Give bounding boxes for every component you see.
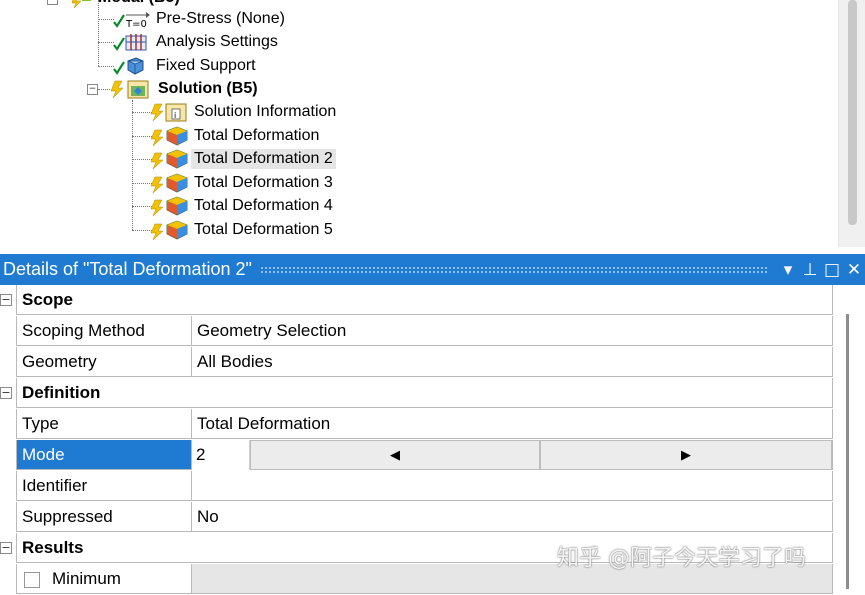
deformation-result-icon — [150, 173, 188, 193]
details-row-identifier[interactable]: Identifier — [0, 471, 833, 502]
tree-item-solution-information[interactable]: i Solution Information — [150, 101, 339, 123]
maximize-icon[interactable]: □ — [821, 260, 843, 280]
property-name-cell: Minimum — [16, 564, 192, 594]
tree-item-fixed-support[interactable]: Fixed Support — [112, 55, 259, 77]
tree-connector — [132, 100, 133, 230]
deformation-result-icon — [150, 149, 188, 169]
watermark: 知乎 @阿子今天学习了吗 — [557, 540, 806, 572]
details-panel: Details of "Total Deformation 2" ▾ ⊥ □ ✕… — [0, 254, 865, 589]
details-header: Details of "Total Deformation 2" ▾ ⊥ □ ✕ — [0, 254, 865, 285]
deformation-result-icon — [150, 196, 188, 216]
property-name: Identifier — [16, 471, 192, 501]
arrow-right-icon: ▶ — [681, 447, 691, 463]
mode-prev-button[interactable]: ◀ — [250, 440, 540, 470]
close-icon[interactable]: ✕ — [843, 260, 865, 280]
solution-icon — [110, 79, 152, 99]
tree-item-total-deformation-3[interactable]: Total Deformation 3 — [150, 172, 336, 194]
fixed-support-icon — [112, 56, 150, 76]
analysis-settings-icon — [112, 32, 150, 52]
section-collapse-button[interactable]: − — [0, 387, 12, 399]
pin-icon[interactable]: ⊥ — [799, 260, 821, 280]
details-row-geometry[interactable]: Geometry All Bodies — [0, 347, 833, 378]
property-name: Suppressed — [16, 502, 192, 532]
mode-next-button[interactable]: ▶ — [540, 440, 832, 470]
property-name: Geometry — [16, 347, 192, 377]
tree-item-total-deformation[interactable]: Total Deformation — [150, 125, 322, 147]
modal-analysis-icon — [70, 0, 92, 8]
section-scope[interactable]: − Scope — [0, 285, 833, 316]
details-row-type[interactable]: Type Total Deformation — [0, 409, 833, 440]
section-collapse-button[interactable]: − — [0, 294, 12, 306]
tree-item-solution[interactable]: Solution (B5) — [110, 78, 261, 100]
property-value[interactable]: All Bodies — [192, 347, 833, 377]
svg-text:i: i — [174, 111, 176, 120]
property-value[interactable]: No — [192, 502, 833, 532]
tree-connector — [98, 0, 99, 66]
section-definition[interactable]: − Definition — [0, 378, 833, 409]
tree-expander[interactable]: − — [47, 0, 58, 5]
details-row-mode[interactable]: Mode 2 ◀ ▶ — [0, 440, 833, 471]
details-scrollbar[interactable] — [846, 314, 849, 589]
deformation-result-icon — [150, 126, 188, 146]
mode-input[interactable]: 2 — [192, 440, 250, 470]
pre-stress-icon: T=0 — [112, 9, 150, 29]
header-grip — [260, 266, 769, 274]
tree-item-total-deformation-5[interactable]: Total Deformation 5 — [150, 219, 336, 241]
property-name: Minimum — [52, 569, 121, 588]
tree-scrollbar-thumb[interactable] — [848, 0, 857, 225]
tree-expander[interactable]: − — [87, 84, 98, 95]
property-value[interactable]: Geometry Selection — [192, 316, 833, 346]
details-title: Details of "Total Deformation 2" — [0, 259, 252, 280]
tree-item-total-deformation-2[interactable]: Total Deformation 2 — [150, 148, 336, 170]
tree-connector — [98, 89, 110, 90]
property-name: Type — [16, 409, 192, 439]
tree-scrollbar[interactable] — [838, 0, 865, 247]
tree-item-total-deformation-4[interactable]: Total Deformation 4 — [150, 195, 336, 217]
property-name: Scoping Method — [16, 316, 192, 346]
section-collapse-button[interactable]: − — [0, 542, 12, 554]
property-name: Mode — [16, 440, 192, 470]
solution-information-icon: i — [150, 102, 188, 122]
details-row-suppressed[interactable]: Suppressed No — [0, 502, 833, 533]
arrow-left-icon: ◀ — [390, 447, 400, 463]
tree-item-pre-stress[interactable]: T=0 Pre-Stress (None) — [112, 8, 288, 30]
svg-text:T=0: T=0 — [125, 19, 147, 29]
section-label: Scope — [16, 285, 833, 315]
project-tree: − Modal (B5) T=0 Pre-Stress (None) — [0, 0, 838, 247]
tree-item-analysis-settings[interactable]: Analysis Settings — [112, 31, 281, 53]
property-value[interactable]: Total Deformation — [192, 409, 833, 439]
property-value[interactable] — [192, 471, 833, 501]
deformation-result-icon — [150, 220, 188, 240]
details-row-scoping-method[interactable]: Scoping Method Geometry Selection — [0, 316, 833, 347]
minimum-checkbox[interactable] — [24, 572, 40, 588]
dropdown-icon[interactable]: ▾ — [777, 260, 799, 280]
section-label: Definition — [16, 378, 833, 408]
